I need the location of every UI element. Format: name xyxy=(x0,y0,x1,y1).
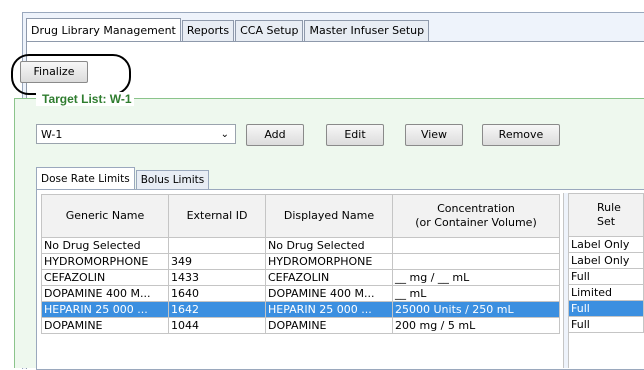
table-row[interactable]: Label Only xyxy=(568,236,644,253)
cell-displayed: DOPAMINE xyxy=(265,317,393,334)
view-button[interactable]: View xyxy=(405,124,463,146)
tab-reports[interactable]: Reports xyxy=(181,20,235,41)
col-rule-set[interactable]: Rule Set xyxy=(568,193,644,237)
col-external-id[interactable]: External ID xyxy=(168,194,266,238)
cell-displayed: HYDROMORPHONE xyxy=(265,253,393,270)
cell-conc: 200 mg / 5 mL xyxy=(392,317,560,334)
cell-external: 349 xyxy=(168,253,266,270)
main-tabs: Drug Library Management Reports CCA Setu… xyxy=(26,18,430,42)
table-row[interactable]: Full xyxy=(568,316,644,333)
remove-button[interactable]: Remove xyxy=(482,124,560,146)
table-row[interactable]: HYDROMORPHONE 349 HYDROMORPHONE xyxy=(41,253,560,270)
tab-drug-library-management[interactable]: Drug Library Management xyxy=(26,18,181,41)
remove-label: Remove xyxy=(498,128,544,141)
table-row-selected[interactable]: Full xyxy=(568,300,644,317)
conc-header-line2: (or Container Volume) xyxy=(415,216,537,229)
cell-generic: CEFAZOLIN xyxy=(41,269,169,286)
table-row[interactable]: DOPAMINE 400 M... 1640 DOPAMINE 400 M...… xyxy=(41,285,560,302)
cell-rule: Label Only xyxy=(568,252,644,269)
cell-displayed: CEFAZOLIN xyxy=(265,269,393,286)
limit-tabs: Dose Rate Limits Bolus Limits xyxy=(36,167,210,189)
table-row[interactable]: DOPAMINE 1044 DOPAMINE 200 mg / 5 mL xyxy=(41,317,560,334)
col-displayed-name[interactable]: Displayed Name xyxy=(265,194,393,238)
cell-external xyxy=(168,237,266,254)
tab-bolus-limits[interactable]: Bolus Limits xyxy=(135,170,210,189)
add-button[interactable]: Add xyxy=(246,124,304,146)
tab-dose-rate-limits[interactable]: Dose Rate Limits xyxy=(36,167,135,189)
highlight-circle xyxy=(11,54,131,95)
edit-button[interactable]: Edit xyxy=(326,124,384,146)
cell-rule: Full xyxy=(568,316,644,333)
tab-master-infuser-setup[interactable]: Master Infuser Setup xyxy=(304,20,430,41)
cell-external: 1433 xyxy=(168,269,266,286)
drug-table-panel: Generic Name External ID Displayed Name … xyxy=(36,189,644,370)
cell-external: 1640 xyxy=(168,285,266,302)
cell-generic: HYDROMORPHONE xyxy=(41,253,169,270)
table-row[interactable]: Limited xyxy=(568,284,644,301)
target-list-select[interactable]: W-1 ⌄ xyxy=(36,124,236,144)
cell-rule: Full xyxy=(568,268,644,285)
cell-conc xyxy=(392,237,560,254)
cell-rule: Label Only xyxy=(568,236,644,253)
cell-conc: __ mL xyxy=(392,285,560,302)
target-list-title: Target List: W-1 xyxy=(40,92,134,106)
chevron-down-icon[interactable]: ⌄ xyxy=(221,125,229,145)
table-row[interactable]: No Drug Selected No Drug Selected xyxy=(41,237,560,254)
cell-rule: Full xyxy=(568,300,644,317)
target-list-value: W-1 xyxy=(41,128,63,141)
table-row[interactable]: Label Only xyxy=(568,252,644,269)
rule-set-table: Rule Set Label Only Label Only Full Limi… xyxy=(568,193,644,333)
cell-generic: DOPAMINE xyxy=(41,317,169,334)
conc-header-line1: Concentration xyxy=(437,202,515,215)
view-label: View xyxy=(420,128,448,141)
cell-displayed: HEPARIN 25 000 ... xyxy=(265,301,393,318)
cell-external: 1642 xyxy=(168,301,266,318)
table-row-selected[interactable]: HEPARIN 25 000 ... 1642 HEPARIN 25 000 .… xyxy=(41,301,560,318)
cell-generic: No Drug Selected xyxy=(41,237,169,254)
table-row[interactable]: Full xyxy=(568,268,644,285)
cell-displayed: DOPAMINE 400 M... xyxy=(265,285,393,302)
cell-conc: __ mg / __ mL xyxy=(392,269,560,286)
table-row[interactable]: CEFAZOLIN 1433 CEFAZOLIN __ mg / __ mL xyxy=(41,269,560,286)
cell-rule: Limited xyxy=(568,284,644,301)
cell-conc xyxy=(392,253,560,270)
col-concentration[interactable]: Concentration (or Container Volume) xyxy=(392,194,560,238)
cell-displayed: No Drug Selected xyxy=(265,237,393,254)
drug-table: Generic Name External ID Displayed Name … xyxy=(41,194,560,334)
cell-generic: DOPAMINE 400 M... xyxy=(41,285,169,302)
add-label: Add xyxy=(264,128,286,141)
edit-label: Edit xyxy=(344,128,366,141)
cell-conc: 25000 Units / 250 mL xyxy=(392,301,560,318)
cell-external: 1044 xyxy=(168,317,266,334)
tab-cca-setup[interactable]: CCA Setup xyxy=(235,20,304,41)
col-generic-name[interactable]: Generic Name xyxy=(41,194,169,238)
cell-generic: HEPARIN 25 000 ... xyxy=(41,301,169,318)
